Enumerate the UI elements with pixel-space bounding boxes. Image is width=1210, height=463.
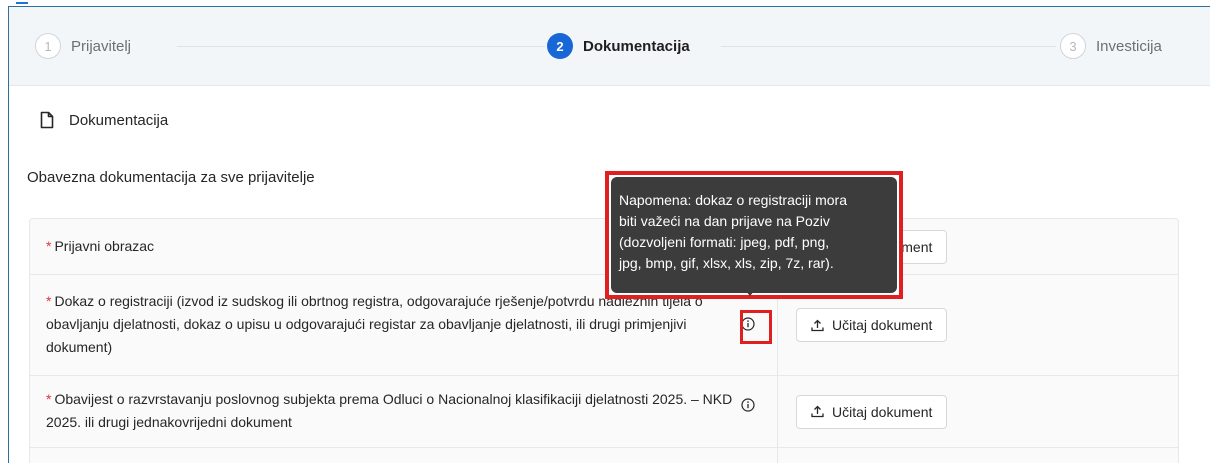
documents-table: *Prijavni obrazac Učitaj dokument *Dokaz… <box>29 218 1179 463</box>
table-row: * Obavijest o razvrstavanju poslovnog sub… <box>30 376 1178 448</box>
tooltip-line: Napomena: dokaz o registraciji mora <box>619 192 847 208</box>
document-action-cell: Učitaj dokument <box>778 376 1178 447</box>
tooltip-highlight: Napomena: dokaz o registraciji mora biti… <box>605 171 903 299</box>
tooltip-line: jpg, bmp, gif, xlsx, xls, zip, 7z, rar). <box>619 255 834 271</box>
section-subtitle: Obavezna dokumentacija za sve prijavitel… <box>27 169 315 186</box>
document-icon <box>40 111 54 129</box>
step-label: Prijavitelj <box>71 37 132 55</box>
tooltip-line: biti važeći na dan prijave na Poziv <box>619 213 830 229</box>
table-row <box>30 448 1178 463</box>
step-label: Dokumentacija <box>583 37 690 55</box>
section-title: Dokumentacija <box>69 111 169 129</box>
document-action-cell <box>778 448 1178 463</box>
step-number: 1 <box>35 33 61 59</box>
step-number: 2 <box>547 33 573 59</box>
upload-label: Učitaj dokument <box>832 317 933 333</box>
document-label-cell: * Obavijest o razvrstavanju poslovnog sub… <box>30 376 778 447</box>
required-asterisk: * <box>46 238 52 254</box>
tooltip-line: (dozvoljeni formati: jpeg, pdf, png, <box>619 234 830 250</box>
tooltip-arrow <box>745 290 755 296</box>
required-asterisk: * <box>46 391 52 407</box>
table-row: *Prijavni obrazac Učitaj dokument <box>30 219 1178 275</box>
upload-button-obavijest-nkd[interactable]: Učitaj dokument <box>796 394 948 429</box>
info-icon[interactable] <box>741 398 755 412</box>
upload-label: Učitaj dokument <box>832 403 933 420</box>
upload-button-dokaz-o-registraciji[interactable]: Učitaj dokument <box>796 308 948 342</box>
step-label: Investicija <box>1096 37 1162 55</box>
section-header: Dokumentacija <box>39 111 168 129</box>
step-prijavitelj[interactable]: 1 Prijavitelj <box>35 33 131 59</box>
table-row: * Dokaz o registraciji (izvod iz sudskog … <box>30 275 1178 376</box>
step-connector <box>721 46 1056 47</box>
document-label: Obavijest o razvrstavanju poslovnog subj… <box>46 391 733 430</box>
stepper: 1 Prijavitelj 2 Dokumentacija 3 Investic… <box>9 7 1210 86</box>
info-icon-highlight <box>740 310 772 344</box>
step-connector <box>177 46 545 47</box>
document-label: Dokaz o registraciji (izvod iz sudskog i… <box>46 293 703 355</box>
step-investicija[interactable]: 3 Investicija <box>1060 33 1162 59</box>
partial-top-element <box>16 0 28 4</box>
registration-tooltip: Napomena: dokaz o registraciji mora biti… <box>611 177 897 293</box>
upload-icon <box>811 405 824 418</box>
step-number: 3 <box>1060 33 1086 59</box>
step-dokumentacija[interactable]: 2 Dokumentacija <box>547 33 690 59</box>
upload-icon <box>811 319 824 331</box>
document-label: Prijavni obrazac <box>54 238 155 254</box>
document-label-cell <box>30 448 778 463</box>
required-asterisk: * <box>46 293 52 309</box>
